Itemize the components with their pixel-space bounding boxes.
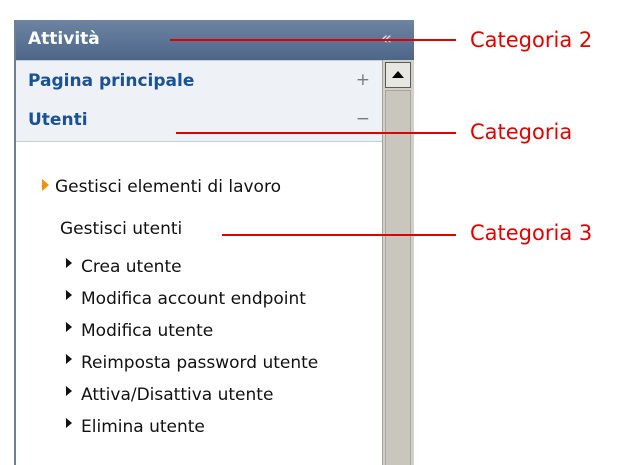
plus-icon[interactable]: + bbox=[356, 70, 370, 90]
list-item-modifica-account-endpoint[interactable]: Modifica account endpoint bbox=[66, 289, 306, 309]
category-pagina-principale[interactable]: Pagina principale + bbox=[16, 60, 382, 102]
arrow-right-icon bbox=[66, 386, 72, 396]
list-item-gestisci-utenti[interactable]: Gestisci utenti bbox=[41, 219, 183, 239]
arrow-right-icon bbox=[66, 258, 72, 268]
callout-categoria-3: Categoria 3 bbox=[470, 221, 593, 245]
scroll-thumb[interactable] bbox=[385, 90, 411, 465]
list-item-label: Modifica utente bbox=[81, 321, 214, 341]
list-item-label: Gestisci elementi di lavoro bbox=[55, 177, 281, 197]
list-item-label: Crea utente bbox=[81, 257, 182, 277]
callout-line-categoria-3 bbox=[222, 234, 456, 236]
vertical-scrollbar[interactable] bbox=[382, 60, 414, 465]
category-utenti[interactable]: Utenti − bbox=[16, 100, 382, 142]
arrow-right-icon bbox=[66, 322, 72, 332]
list-item-label: Gestisci utenti bbox=[60, 219, 183, 239]
callout-line-categoria-2 bbox=[170, 39, 456, 41]
list-item-label: Attiva/Disattiva utente bbox=[81, 385, 274, 405]
callout-categoria: Categoria bbox=[470, 120, 573, 144]
list-item-modifica-utente[interactable]: Modifica utente bbox=[66, 321, 213, 341]
list-item-label: Elimina utente bbox=[81, 417, 205, 437]
list-item-attiva-disattiva[interactable]: Attiva/Disattiva utente bbox=[66, 385, 273, 405]
activities-panel: Attività « Pagina principale + Utenti − … bbox=[14, 20, 416, 465]
list-item-crea-utente[interactable]: Crea utente bbox=[66, 257, 182, 277]
panel-title: Attività bbox=[28, 29, 100, 49]
arrow-right-icon bbox=[66, 354, 72, 364]
list-item-elimina-utente[interactable]: Elimina utente bbox=[66, 417, 205, 437]
scroll-up-button[interactable] bbox=[385, 62, 411, 88]
category-label: Pagina principale bbox=[28, 71, 195, 91]
orange-arrow-right-icon bbox=[42, 179, 49, 191]
list-item-label: Reimposta password utente bbox=[81, 353, 319, 373]
arrow-right-icon bbox=[66, 418, 72, 428]
list-item-label: Modifica account endpoint bbox=[81, 289, 306, 309]
list-item-reimposta-password[interactable]: Reimposta password utente bbox=[66, 353, 318, 373]
arrow-right-icon bbox=[66, 290, 72, 300]
expanded-triangle-icon bbox=[41, 223, 55, 232]
callout-categoria-2: Categoria 2 bbox=[470, 28, 593, 52]
minus-icon[interactable]: − bbox=[356, 109, 370, 129]
callout-line-categoria bbox=[176, 132, 456, 134]
list-item-gestisci-elementi[interactable]: Gestisci elementi di lavoro bbox=[42, 177, 281, 197]
arrow-up-icon bbox=[392, 71, 404, 78]
category-label: Utenti bbox=[28, 110, 88, 130]
